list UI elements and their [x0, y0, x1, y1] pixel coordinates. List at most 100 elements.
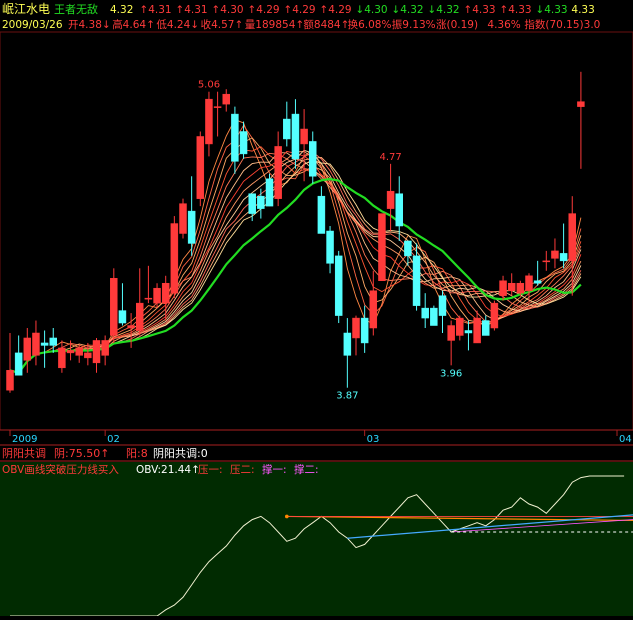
- candle-body: [438, 295, 447, 316]
- candle[interactable]: [144, 265, 153, 304]
- candle[interactable]: [516, 280, 525, 296]
- obv-pane[interactable]: OBV画线突破压力线买入 OBV:21.44↑压一: 压二: 撑一: 撑二:: [0, 462, 633, 617]
- candle-body: [283, 118, 291, 140]
- candle[interactable]: [456, 315, 464, 341]
- candle[interactable]: [378, 213, 386, 281]
- candle[interactable]: [559, 223, 568, 269]
- date-label: 2009/03/26: [2, 19, 63, 31]
- candle[interactable]: [309, 131, 317, 184]
- candle[interactable]: [430, 305, 438, 326]
- candle[interactable]: [205, 91, 213, 157]
- candle[interactable]: [196, 131, 205, 207]
- stat-换: 换6.08%: [348, 18, 392, 31]
- candle-body: [568, 213, 576, 262]
- candle-body: [516, 282, 525, 294]
- candle-body: [309, 141, 317, 177]
- candle-body: [231, 113, 239, 162]
- obv-legend-item: 压二:: [230, 464, 255, 476]
- candle-body: [222, 93, 230, 105]
- stat-指数: 指数(70.15)3.0: [524, 18, 600, 31]
- candle[interactable]: [577, 71, 585, 169]
- candle-body: [92, 340, 101, 364]
- candle-body: [404, 240, 412, 257]
- candle[interactable]: [257, 188, 265, 219]
- date-tick-label: 2009: [12, 434, 37, 445]
- candle[interactable]: [447, 320, 455, 366]
- stat-开: 开4.38↓: [68, 19, 111, 31]
- candle[interactable]: [291, 99, 300, 169]
- candle[interactable]: [110, 268, 118, 343]
- candle[interactable]: [317, 186, 326, 234]
- candle[interactable]: [542, 250, 551, 271]
- candle[interactable]: [14, 335, 23, 376]
- candle[interactable]: [58, 340, 66, 373]
- candle-body: [533, 280, 542, 284]
- candle-body: [430, 307, 438, 326]
- obv-background: [0, 462, 633, 616]
- candle[interactable]: [274, 131, 282, 207]
- candle[interactable]: [343, 318, 352, 388]
- candle[interactable]: [464, 320, 473, 351]
- candle[interactable]: [386, 163, 395, 231]
- candle[interactable]: [421, 293, 429, 329]
- candle[interactable]: [499, 275, 507, 301]
- candle[interactable]: [179, 198, 187, 239]
- candle[interactable]: [352, 315, 360, 356]
- candle-body: [343, 332, 352, 356]
- candle[interactable]: [187, 176, 196, 256]
- ma-line-10: [9, 152, 582, 374]
- candle[interactable]: [239, 121, 248, 159]
- candle[interactable]: [222, 89, 230, 112]
- candle-body: [447, 325, 455, 341]
- yinyang-indicator: 阴阳共调 阴:75.50↑ 阳:8 阴阳共调:0: [0, 447, 633, 462]
- candle[interactable]: [283, 101, 291, 147]
- candle-body: [352, 317, 360, 339]
- candle-body: [153, 287, 161, 304]
- price-pane[interactable]: 5.06 4.77 3.87 3.96: [0, 31, 633, 431]
- candle-body: [213, 106, 222, 108]
- stat-涨: 涨(0.19): [436, 19, 478, 31]
- candle-body: [473, 317, 481, 344]
- candle[interactable]: [32, 320, 40, 366]
- date-tick-label: 03: [367, 434, 380, 445]
- candle[interactable]: [170, 216, 179, 299]
- candle-body: [101, 340, 109, 356]
- stat-振: 振9.13%: [392, 18, 436, 31]
- candle[interactable]: [551, 238, 559, 269]
- price-annotation: 3.96: [440, 368, 462, 379]
- candle[interactable]: [334, 250, 343, 324]
- candle-body: [395, 193, 403, 227]
- candle[interactable]: [412, 243, 421, 311]
- ticker-value: ↑4.31: [139, 4, 171, 16]
- candle[interactable]: [101, 335, 109, 366]
- candle[interactable]: [6, 332, 14, 393]
- candle-body: [40, 342, 49, 346]
- candle[interactable]: [118, 283, 127, 326]
- ma-line-11: [9, 150, 582, 374]
- candle-body: [317, 195, 326, 234]
- candle[interactable]: [507, 273, 516, 296]
- candle[interactable]: [75, 345, 83, 363]
- candle[interactable]: [40, 330, 49, 368]
- candle-body: [525, 275, 533, 291]
- candle[interactable]: [533, 260, 542, 286]
- date-axis: 2009 02 03 04: [0, 430, 633, 446]
- candle[interactable]: [438, 290, 447, 333]
- ma-line-14: [9, 151, 582, 374]
- candle[interactable]: [490, 300, 499, 331]
- candle[interactable]: [92, 337, 101, 373]
- candle[interactable]: [213, 91, 222, 137]
- ticker-value: ↑4.29: [247, 4, 279, 16]
- candle-body: [265, 178, 274, 207]
- candle[interactable]: [153, 283, 161, 309]
- candle[interactable]: [326, 226, 334, 274]
- ticker-value: 4.33: [571, 4, 594, 16]
- candle[interactable]: [265, 173, 274, 207]
- pressure-point: [285, 514, 289, 519]
- candle[interactable]: [525, 273, 533, 301]
- candle-body: [248, 193, 256, 214]
- candle-body: [334, 255, 343, 316]
- candle-body: [360, 317, 369, 344]
- candle[interactable]: [136, 268, 144, 336]
- obv-legend-item: 撑二:: [294, 463, 319, 476]
